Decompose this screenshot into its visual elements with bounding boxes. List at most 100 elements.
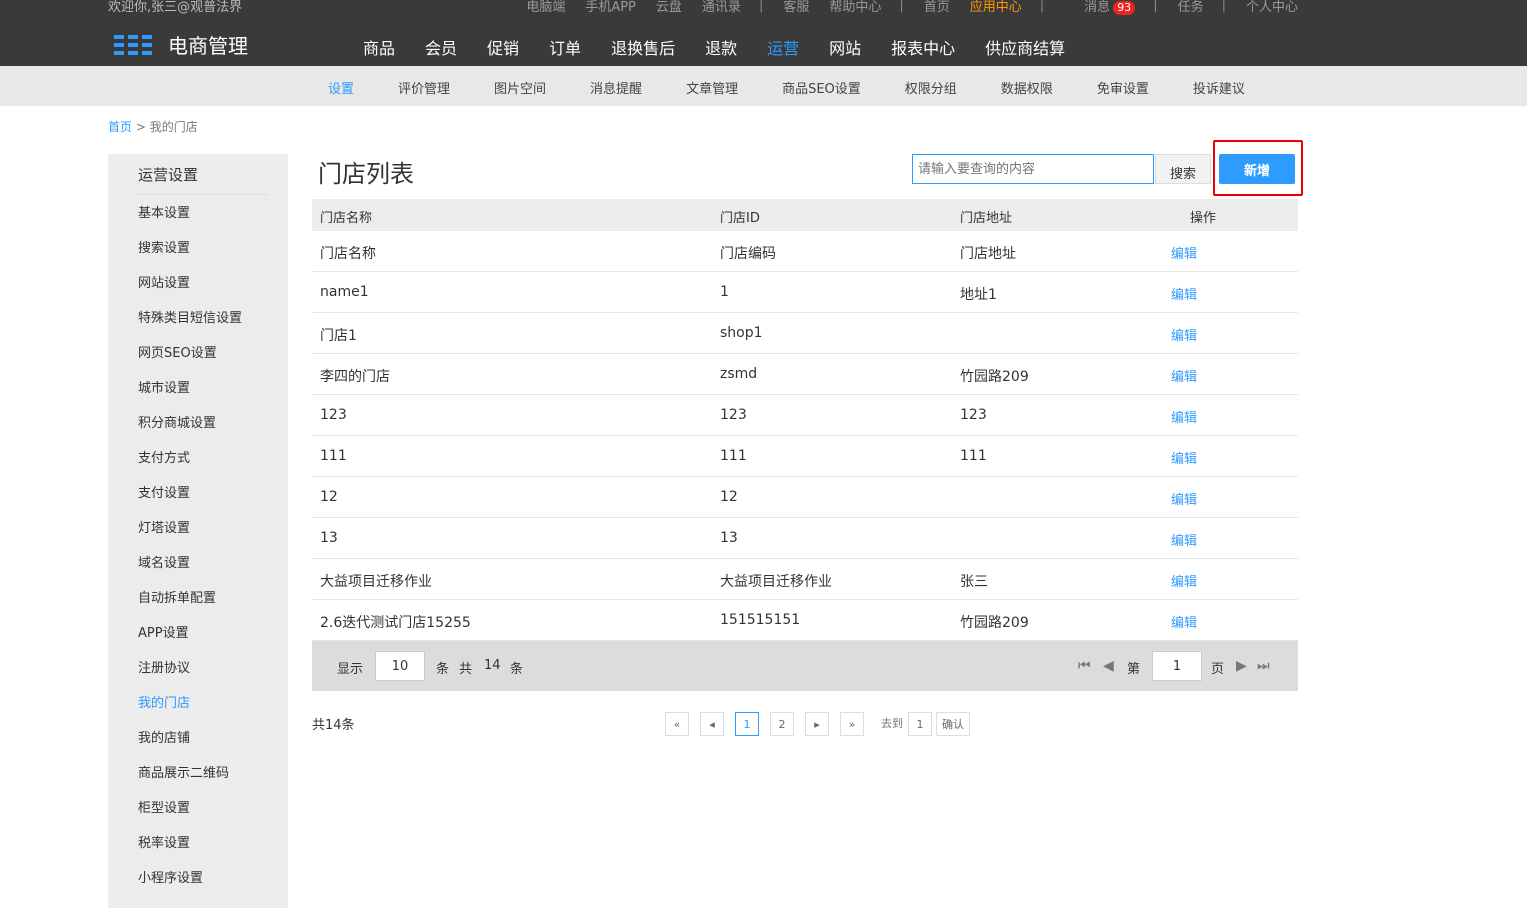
search-button[interactable]: 搜索 <box>1155 154 1211 184</box>
home-link[interactable]: 首页 <box>924 0 950 15</box>
help-link[interactable]: 帮助中心 <box>829 0 881 15</box>
subnav-goods-seo[interactable]: 商品SEO设置 <box>782 78 861 97</box>
sidebar-item-my-shop[interactable]: 我的店铺 <box>138 731 242 766</box>
confirm-button[interactable]: 确认 <box>936 712 970 736</box>
sidebar-item-cabinet[interactable]: 柜型设置 <box>138 801 242 836</box>
edit-link[interactable]: 编辑 <box>1171 243 1197 262</box>
subnav-reviews[interactable]: 评价管理 <box>398 78 450 97</box>
nav-promotion[interactable]: 促销 <box>487 35 519 59</box>
sidebar-item-auto-split[interactable]: 自动拆单配置 <box>138 591 242 626</box>
subnav-notifications[interactable]: 消息提醒 <box>590 78 642 97</box>
first-page-button[interactable]: « <box>665 712 689 736</box>
sidebar-item-web-seo[interactable]: 网页SEO设置 <box>138 346 242 381</box>
sidebar-item-domain[interactable]: 域名设置 <box>138 556 242 591</box>
search-input[interactable] <box>912 154 1154 184</box>
sidebar-item-payment-methods[interactable]: 支付方式 <box>138 451 242 486</box>
last-page-button[interactable]: » <box>840 712 864 736</box>
page-1-button[interactable]: 1 <box>735 712 759 736</box>
nav-orders[interactable]: 订单 <box>549 35 581 59</box>
edit-link[interactable]: 编辑 <box>1171 448 1197 467</box>
edit-link[interactable]: 编辑 <box>1171 284 1197 303</box>
prev-page-button[interactable]: ◂ <box>700 712 724 736</box>
sidebar: 运营设置 基本设置 搜索设置 网站设置 特殊类目短信设置 网页SEO设置 城市设… <box>108 154 288 908</box>
welcome-text: 欢迎你,张三@观普法界 <box>108 0 243 15</box>
sidebar-item-website[interactable]: 网站设置 <box>138 276 242 311</box>
add-button[interactable]: 新增 <box>1219 154 1295 184</box>
nav-goods[interactable]: 商品 <box>363 35 395 59</box>
edit-link[interactable]: 编辑 <box>1171 366 1197 385</box>
sidebar-item-points-mall[interactable]: 积分商城设置 <box>138 416 242 451</box>
edit-link[interactable]: 编辑 <box>1171 325 1197 344</box>
sidebar-item-city[interactable]: 城市设置 <box>138 381 242 416</box>
nav-refund[interactable]: 退款 <box>705 35 737 59</box>
first-page-icon[interactable]: ⏮ <box>1078 658 1091 674</box>
subnav-articles[interactable]: 文章管理 <box>686 78 738 97</box>
nav-reports[interactable]: 报表中心 <box>891 35 955 59</box>
sidebar-item-search[interactable]: 搜索设置 <box>138 241 242 276</box>
nav-website[interactable]: 网站 <box>829 35 861 59</box>
sidebar-item-qr[interactable]: 商品展示二维码 <box>138 766 242 801</box>
edit-link[interactable]: 编辑 <box>1171 489 1197 508</box>
subnav-settings[interactable]: 设置 <box>328 78 354 97</box>
profile-link[interactable]: 个人中心 <box>1246 0 1298 15</box>
cell-store-address: 123 <box>960 407 987 423</box>
breadcrumb: 首页 > 我的门店 <box>108 118 198 135</box>
subnav-permission-groups[interactable]: 权限分组 <box>905 78 957 97</box>
sidebar-title: 运营设置 <box>138 164 268 195</box>
nav-members[interactable]: 会员 <box>425 35 457 59</box>
next-page-button[interactable]: ▸ <box>805 712 829 736</box>
table-row: name1 1 地址1 编辑 <box>312 272 1298 313</box>
subnav-images[interactable]: 图片空间 <box>494 78 546 97</box>
table-row: 大益项目迁移作业 大益项目迁移作业 张三 编辑 <box>312 559 1298 600</box>
logo[interactable]: 电商管理 <box>114 30 248 59</box>
table-row: 2.6迭代测试门店15255 151515151 竹园路209 编辑 <box>312 600 1298 641</box>
page-suffix: 页 <box>1211 662 1225 677</box>
subnav-complaints[interactable]: 投诉建议 <box>1193 78 1245 97</box>
nav-supplier-settlement[interactable]: 供应商结算 <box>985 35 1065 59</box>
sidebar-item-basic[interactable]: 基本设置 <box>138 206 242 241</box>
cell-store-id: 门店编码 <box>720 246 776 262</box>
sidebar-item-my-stores[interactable]: 我的门店 <box>138 696 242 731</box>
divider: | <box>1221 0 1226 13</box>
edit-link[interactable]: 编辑 <box>1171 530 1197 549</box>
goto-page-input[interactable]: 1 <box>908 712 932 736</box>
tasks-link[interactable]: 任务 <box>1178 0 1204 15</box>
cell-store-name: 大益项目迁移作业 <box>320 574 432 590</box>
edit-link[interactable]: 编辑 <box>1171 612 1197 631</box>
subnav-data-permissions[interactable]: 数据权限 <box>1001 78 1053 97</box>
cell-store-name: name1 <box>320 284 369 300</box>
edit-link[interactable]: 编辑 <box>1171 407 1197 426</box>
contacts-link[interactable]: 通讯录 <box>702 0 741 15</box>
cell-store-id: shop1 <box>720 325 763 341</box>
edit-link[interactable]: 编辑 <box>1171 571 1197 590</box>
total-count: 14 <box>484 658 501 673</box>
logo-text: 电商管理 <box>168 34 248 58</box>
sidebar-item-mini-program[interactable]: 小程序设置 <box>138 871 242 906</box>
messages-link[interactable]: 消息 93 <box>1064 0 1136 15</box>
sidebar-item-agreement[interactable]: 注册协议 <box>138 661 242 696</box>
mobile-app-link[interactable]: 手机APP <box>585 0 636 15</box>
next-page-icon[interactable]: ▶ <box>1236 658 1247 674</box>
breadcrumb-home[interactable]: 首页 <box>108 120 132 134</box>
subnav-exempt-review[interactable]: 免审设置 <box>1097 78 1149 97</box>
sidebar-item-payment-settings[interactable]: 支付设置 <box>138 486 242 521</box>
sidebar-item-app[interactable]: APP设置 <box>138 626 242 661</box>
page-size-input[interactable]: 10 <box>375 651 425 681</box>
goto-label: 去到 <box>881 717 903 730</box>
search-button-label: 搜索 <box>1169 167 1196 182</box>
sidebar-item-sms[interactable]: 特殊类目短信设置 <box>138 311 242 346</box>
nav-operations[interactable]: 运营 <box>767 35 799 59</box>
app-center-link[interactable]: 应用中心 <box>970 0 1022 15</box>
header-actions: 操作 <box>1190 211 1217 226</box>
pc-link[interactable]: 电脑端 <box>526 0 565 15</box>
sidebar-item-beacon[interactable]: 灯塔设置 <box>138 521 242 556</box>
prev-page-icon[interactable]: ◀ <box>1103 658 1114 674</box>
header-store-id: 门店ID <box>720 211 760 226</box>
service-link[interactable]: 客服 <box>783 0 809 15</box>
last-page-icon[interactable]: ⏭ <box>1257 658 1270 674</box>
page-2-button[interactable]: 2 <box>770 712 794 736</box>
cloud-link[interactable]: 云盘 <box>656 0 682 15</box>
sidebar-item-tax[interactable]: 税率设置 <box>138 836 242 871</box>
page-number-input[interactable]: 1 <box>1152 651 1202 681</box>
nav-after-sales[interactable]: 退换售后 <box>611 35 675 59</box>
